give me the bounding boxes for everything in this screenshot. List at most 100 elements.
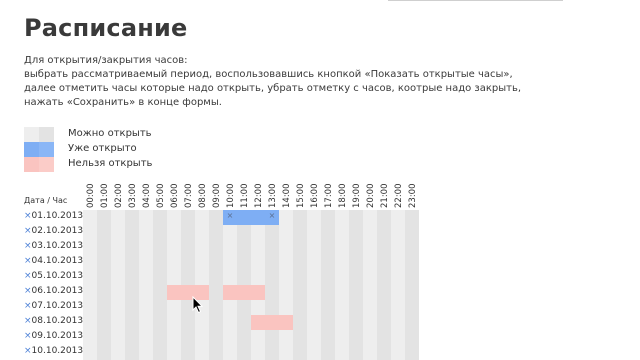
hour-cell-available[interactable] (335, 240, 349, 255)
hour-cell-available[interactable] (223, 240, 237, 255)
hour-cell-available[interactable] (139, 315, 153, 330)
hour-cell-available[interactable] (307, 240, 321, 255)
hour-cell-available[interactable] (405, 225, 419, 240)
hour-cell-available[interactable] (237, 255, 251, 270)
hour-cell-available[interactable] (125, 225, 139, 240)
hour-cell-available[interactable] (237, 345, 251, 360)
hour-cell-available[interactable] (83, 330, 97, 345)
hour-cell-available[interactable] (223, 225, 237, 240)
close-hour-icon[interactable]: × (265, 211, 279, 220)
hour-cell-available[interactable] (251, 225, 265, 240)
hour-cell-available[interactable] (391, 345, 405, 360)
hour-cell-available[interactable] (153, 330, 167, 345)
hour-cell-available[interactable] (97, 285, 111, 300)
hour-cell-blocked[interactable] (265, 315, 279, 330)
hour-cell-available[interactable] (181, 255, 195, 270)
hour-cell-available[interactable] (209, 345, 223, 360)
hour-cell-available[interactable] (153, 255, 167, 270)
hour-cell-available[interactable] (335, 330, 349, 345)
hour-cell-available[interactable] (237, 270, 251, 285)
hour-cell-available[interactable] (279, 240, 293, 255)
hour-cell-available[interactable] (349, 255, 363, 270)
hour-cell-available[interactable] (321, 330, 335, 345)
hour-cell-available[interactable] (335, 285, 349, 300)
hour-cell-available[interactable] (391, 225, 405, 240)
hour-cell-available[interactable] (209, 210, 223, 225)
hour-cell-available[interactable] (321, 255, 335, 270)
hour-cell-available[interactable] (83, 255, 97, 270)
hour-cell-available[interactable] (237, 225, 251, 240)
hour-cell-available[interactable] (349, 300, 363, 315)
hour-cell-available[interactable] (391, 300, 405, 315)
hour-cell-available[interactable] (139, 345, 153, 360)
hour-cell-available[interactable] (321, 345, 335, 360)
hour-cell-available[interactable] (391, 315, 405, 330)
hour-cell-available[interactable] (377, 240, 391, 255)
hour-cell-available[interactable] (363, 345, 377, 360)
hour-cell-available[interactable] (139, 255, 153, 270)
hour-cell-available[interactable] (139, 330, 153, 345)
hour-cell-available[interactable] (153, 345, 167, 360)
hour-cell-available[interactable] (265, 255, 279, 270)
hour-cell-available[interactable] (111, 345, 125, 360)
hour-cell-available[interactable] (265, 330, 279, 345)
hour-cell-available[interactable] (335, 255, 349, 270)
hour-cell-available[interactable] (181, 315, 195, 330)
hour-cell-available[interactable] (335, 345, 349, 360)
hour-cell-available[interactable] (265, 345, 279, 360)
hour-cell-available[interactable] (153, 210, 167, 225)
top-search-field-edge[interactable] (388, 0, 563, 1)
hour-cell-available[interactable] (363, 240, 377, 255)
remove-date-icon[interactable]: × (24, 226, 32, 236)
hour-cell-available[interactable] (209, 315, 223, 330)
hour-cell-available[interactable] (265, 225, 279, 240)
hour-cell-available[interactable] (251, 330, 265, 345)
hour-cell-available[interactable] (139, 270, 153, 285)
hour-cell-open[interactable] (251, 210, 265, 225)
hour-cell-available[interactable] (265, 240, 279, 255)
hour-cell-available[interactable] (363, 225, 377, 240)
hour-cell-blocked[interactable] (279, 315, 293, 330)
hour-cell-available[interactable] (125, 270, 139, 285)
hour-cell-available[interactable] (363, 315, 377, 330)
hour-cell-available[interactable] (111, 285, 125, 300)
hour-cell-available[interactable] (279, 285, 293, 300)
hour-cell-available[interactable] (111, 270, 125, 285)
hour-cell-available[interactable] (139, 285, 153, 300)
hour-cell-available[interactable] (293, 270, 307, 285)
hour-cell-available[interactable] (349, 240, 363, 255)
hour-cell-available[interactable] (83, 345, 97, 360)
hour-cell-available[interactable] (335, 300, 349, 315)
hour-cell-available[interactable] (363, 300, 377, 315)
hour-cell-available[interactable] (237, 315, 251, 330)
hour-cell-available[interactable] (293, 225, 307, 240)
hour-cell-available[interactable] (405, 345, 419, 360)
hour-cell-available[interactable] (97, 315, 111, 330)
hour-cell-available[interactable] (377, 270, 391, 285)
hour-cell-available[interactable] (167, 225, 181, 240)
hour-cell-available[interactable] (377, 285, 391, 300)
hour-cell-available[interactable] (125, 240, 139, 255)
hour-cell-available[interactable] (111, 315, 125, 330)
hour-cell-available[interactable] (125, 315, 139, 330)
hour-cell-available[interactable] (209, 285, 223, 300)
hour-cell-available[interactable] (363, 210, 377, 225)
hour-cell-available[interactable] (349, 210, 363, 225)
hour-cell-available[interactable] (307, 210, 321, 225)
hour-cell-open[interactable]: × (265, 210, 279, 225)
hour-cell-available[interactable] (167, 240, 181, 255)
hour-cell-available[interactable] (363, 285, 377, 300)
hour-cell-available[interactable] (391, 255, 405, 270)
hour-cell-available[interactable] (83, 315, 97, 330)
hour-cell-available[interactable] (209, 240, 223, 255)
hour-cell-available[interactable] (405, 210, 419, 225)
hour-cell-available[interactable] (181, 225, 195, 240)
hour-cell-available[interactable] (307, 315, 321, 330)
hour-cell-available[interactable] (209, 270, 223, 285)
hour-cell-available[interactable] (377, 225, 391, 240)
hour-cell-available[interactable] (195, 255, 209, 270)
hour-cell-available[interactable] (167, 300, 181, 315)
hour-cell-available[interactable] (167, 255, 181, 270)
remove-date-icon[interactable]: × (24, 211, 32, 221)
hour-cell-open[interactable] (237, 210, 251, 225)
